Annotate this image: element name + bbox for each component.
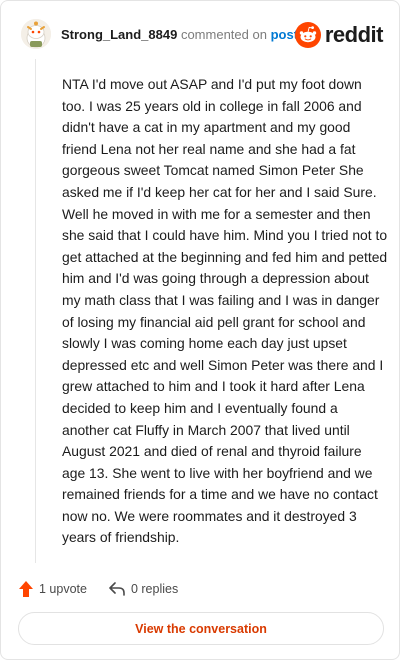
username-link[interactable]: Strong_Land_8849 — [61, 27, 177, 42]
view-conversation-button[interactable]: View the conversation — [18, 612, 384, 645]
comment-header: Strong_Land_8849 commented on post reddi… — [21, 19, 385, 51]
reply-arrow-icon — [109, 582, 125, 596]
reply-count: 0 replies — [130, 582, 179, 596]
comment-actions: 1 upvote 0 replies — [19, 579, 178, 599]
comment-body: NTA I'd move out ASAP and I'd put my foo… — [62, 76, 388, 546]
upvote-arrow-icon — [19, 581, 33, 597]
comment-embed-card: Strong_Land_8849 commented on post reddi… — [0, 0, 400, 660]
byline: Strong_Land_8849 commented on post — [61, 27, 298, 42]
reddit-wordmark: reddit — [324, 22, 384, 47]
upvote-count: 1 upvote — [39, 582, 87, 596]
user-avatar[interactable] — [21, 19, 51, 49]
snoo-avatar-icon — [21, 19, 51, 49]
upvote-button[interactable]: 1 upvote — [19, 581, 87, 597]
reddit-logo[interactable]: reddit — [294, 21, 384, 49]
commented-on-label: commented on — [180, 27, 267, 42]
reddit-logo-icon — [294, 22, 321, 48]
thread-line[interactable] — [35, 59, 36, 563]
replies-button[interactable]: 0 replies — [109, 582, 178, 596]
